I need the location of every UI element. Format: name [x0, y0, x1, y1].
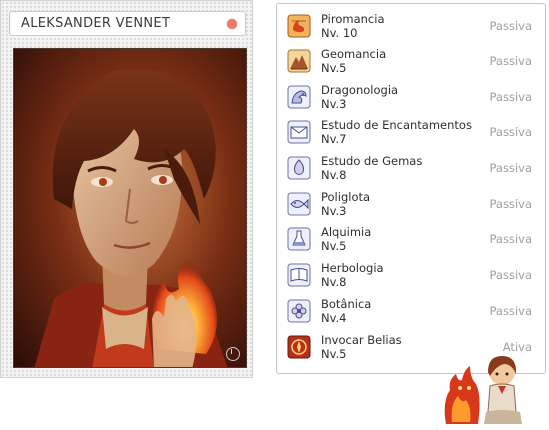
- skill-row[interactable]: Piromancia Nv. 10 Passiva: [277, 12, 545, 46]
- skill-name: Herbologia: [321, 261, 384, 275]
- skill-row[interactable]: Herbologia Nv.8 Passiva: [277, 261, 545, 295]
- skill-name: Botânica: [321, 297, 372, 311]
- skill-level: Nv.5: [321, 239, 347, 253]
- envelope-icon: [287, 120, 311, 144]
- character-name-bar: ALEKSANDER VENNET: [9, 11, 246, 36]
- skill-level: Nv.5: [321, 347, 347, 361]
- character-card: ALEKSANDER VENNET: [0, 0, 253, 378]
- skill-level: Nv.3: [321, 204, 347, 218]
- skill-row[interactable]: Poliglota Nv.3 Passiva: [277, 190, 545, 224]
- skill-type: Passiva: [489, 161, 533, 175]
- fish-icon: [287, 192, 311, 216]
- skill-level: Nv.8: [321, 168, 347, 182]
- skill-type: Passiva: [489, 232, 533, 246]
- skill-type: Passiva: [489, 125, 533, 139]
- skill-name: Alquimia: [321, 225, 372, 239]
- skill-name: Piromancia: [321, 12, 385, 26]
- skill-level: Nv.8: [321, 275, 347, 289]
- fire-scroll-icon: [287, 14, 311, 38]
- skill-row[interactable]: Alquimia Nv.5 Passiva: [277, 225, 545, 259]
- gem-icon: [287, 156, 311, 180]
- skill-name: Geomancia: [321, 47, 387, 61]
- skill-type: Passiva: [489, 19, 533, 33]
- skill-type: Passiva: [489, 90, 533, 104]
- skill-row[interactable]: Botânica Nv.4 Passiva: [277, 297, 545, 331]
- character-chibi-sprite: [440, 352, 530, 426]
- skill-type: Passiva: [489, 197, 533, 211]
- skills-panel: Piromancia Nv. 10 Passiva Geomancia Nv.5…: [276, 3, 546, 374]
- mountain-icon: [287, 49, 311, 73]
- skill-name: Estudo de Encantamentos: [321, 118, 472, 132]
- skill-row[interactable]: Dragonologia Nv.3 Passiva: [277, 83, 545, 117]
- flask-icon: [287, 227, 311, 251]
- skill-row[interactable]: Estudo de Encantamentos Nv.7 Passiva: [277, 118, 545, 152]
- signature-icon: [226, 347, 240, 361]
- skill-type: Passiva: [489, 304, 533, 318]
- flower-icon: [287, 299, 311, 323]
- character-name: ALEKSANDER VENNET: [21, 16, 171, 31]
- skill-name: Poliglota: [321, 190, 371, 204]
- skill-level: Nv.4: [321, 311, 347, 325]
- skill-type: Passiva: [489, 268, 533, 282]
- skill-name: Dragonologia: [321, 83, 399, 97]
- skill-level: Nv.5: [321, 61, 347, 75]
- skill-type: Passiva: [489, 54, 533, 68]
- status-dot: [227, 19, 237, 29]
- skill-row[interactable]: Geomancia Nv.5 Passiva: [277, 47, 545, 81]
- skill-level: Nv. 10: [321, 26, 358, 40]
- skill-name: Estudo de Gemas: [321, 154, 423, 168]
- herb-book-icon: [287, 263, 311, 287]
- character-portrait: [13, 48, 247, 368]
- skill-name: Invocar Belias: [321, 333, 402, 347]
- skill-row[interactable]: Estudo de Gemas Nv.8 Passiva: [277, 154, 545, 188]
- summon-icon: [287, 335, 311, 359]
- dragon-icon: [287, 85, 311, 109]
- skill-level: Nv.3: [321, 97, 347, 111]
- skill-level: Nv.7: [321, 132, 347, 146]
